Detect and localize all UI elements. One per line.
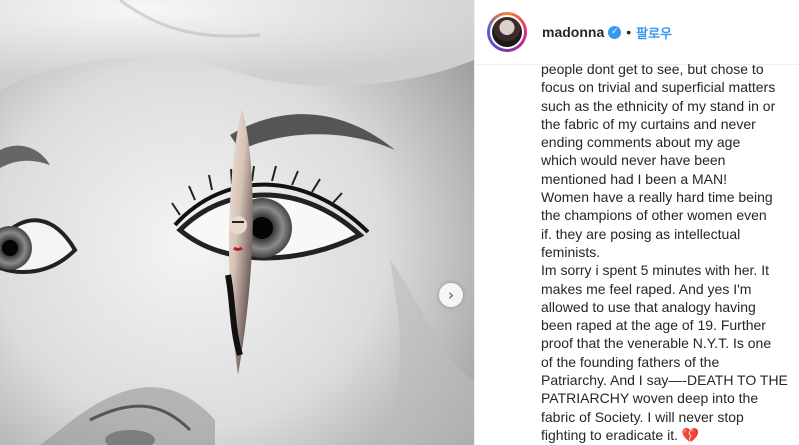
verified-badge-icon: ✓ bbox=[608, 25, 622, 39]
avatar[interactable] bbox=[487, 12, 527, 52]
caption-line: ending comments about my age bbox=[541, 134, 741, 151]
caption-line: if. they are posing as intellectual bbox=[541, 225, 741, 242]
avatar-photo bbox=[490, 15, 524, 49]
caption-line: of the founding fathers of the bbox=[541, 353, 720, 370]
caption-line: such as the ethnicity of my stand in or bbox=[541, 97, 776, 114]
caption-line: proof that the venerable N.Y.T. Is one bbox=[541, 335, 772, 352]
chevron-right-icon: › bbox=[448, 285, 454, 304]
instagram-post-view: › madonna ✓ • 팔로우 people dont get to see… bbox=[0, 0, 799, 445]
next-image-button[interactable]: › bbox=[439, 283, 463, 307]
caption-line: allowed to use that analogy having bbox=[541, 298, 756, 315]
caption-line: Women have a really hard time being bbox=[541, 189, 773, 206]
caption-line: Patriarchy. And I say—-DEATH TO THE bbox=[541, 372, 788, 389]
post-header: madonna ✓ • 팔로우 bbox=[475, 0, 799, 65]
caption-line: Im sorry i spent 5 minutes with her. It bbox=[541, 262, 769, 279]
caption-line: the champions of other women even bbox=[541, 207, 767, 224]
caption-line: makes me feel raped. And yes I'm bbox=[541, 280, 752, 297]
post-caption: people dont get to see, but chose to focu… bbox=[541, 60, 789, 445]
username[interactable]: madonna bbox=[542, 24, 604, 40]
post-sidebar: madonna ✓ • 팔로우 people dont get to see, … bbox=[475, 0, 799, 445]
caption-line: focus on trivial and superficial matters bbox=[541, 79, 776, 96]
caption-line: fabric of Society. I will never stop bbox=[541, 408, 744, 425]
caption-line: people dont get to see, but chose to bbox=[541, 61, 764, 77]
caption-line: the fabric of my curtains and never bbox=[541, 115, 756, 132]
caption-line: mentioned had I been a MAN! bbox=[541, 170, 728, 187]
follow-button[interactable]: 팔로우 bbox=[636, 23, 672, 42]
post-image[interactable]: › bbox=[0, 0, 475, 445]
caption-line: fighting to eradicate it. 💔 bbox=[541, 426, 700, 443]
caption-line: been raped at the age of 19. Further bbox=[541, 317, 766, 334]
post-image-artwork bbox=[0, 0, 474, 445]
caption-line: feminists. bbox=[541, 243, 601, 260]
caption-line: PATRIARCHY woven deep into the bbox=[541, 390, 759, 407]
caption-line: which would never have been bbox=[541, 152, 726, 169]
separator-dot: • bbox=[626, 24, 632, 40]
